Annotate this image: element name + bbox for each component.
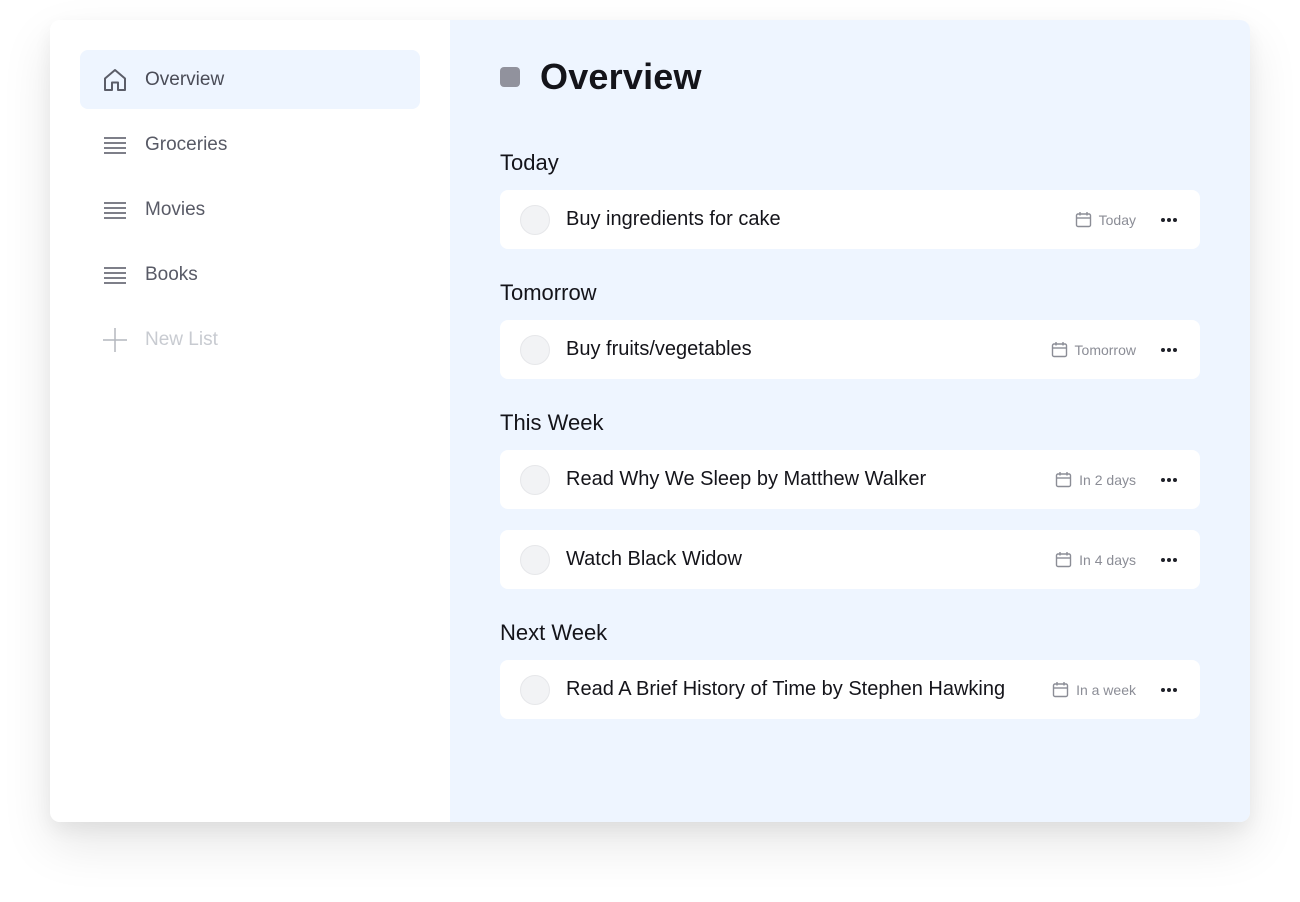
calendar-icon [1075,212,1091,228]
task-title: Read Why We Sleep by Matthew Walker [566,468,927,490]
section-title-today: Today [500,150,559,175]
task-due-label: Tomorrow [1074,341,1136,358]
task-due-label: In 4 days [1079,551,1136,568]
section-title-this-week: This Week [500,410,604,435]
more-options-icon[interactable] [1158,209,1180,231]
task-row[interactable]: Buy fruits/vegetables Tomorrow [500,320,1200,379]
task-due-label: Today [1098,211,1136,228]
calendar-icon [1052,682,1069,698]
list-icon [102,262,128,288]
task-checkbox[interactable] [520,544,550,575]
task-due: In 4 days [1055,551,1136,568]
more-options-icon[interactable] [1158,549,1180,571]
plus-icon [102,327,128,353]
task-checkbox[interactable] [520,204,550,235]
section-title-tomorrow: Tomorrow [500,280,597,305]
main-panel: Overview Today Buy ingredients for cake … [450,20,1250,822]
calendar-icon [1055,472,1072,488]
new-list-button[interactable]: New List [80,310,420,369]
sidebar-item-books[interactable]: Books [80,245,420,304]
page-title: Overview [540,56,702,97]
sidebar-item-groceries[interactable]: Groceries [80,115,420,174]
sidebar-item-label: Groceries [145,133,228,155]
task-due-label: In a week [1076,681,1136,698]
calendar-icon [1051,342,1067,358]
task-due: In 2 days [1055,471,1136,488]
task-checkbox[interactable] [520,674,550,705]
sidebar-item-label: Overview [145,68,225,90]
home-icon [102,67,128,93]
list-icon [102,197,128,223]
task-row[interactable]: Watch Black Widow In 4 days [500,530,1200,589]
task-due-label: In 2 days [1079,471,1136,488]
task-title: Watch Black Widow [566,548,742,570]
task-due: Today [1075,211,1136,228]
sidebar: Overview Groceries Movies Books New List [50,20,450,822]
task-checkbox[interactable] [520,334,550,365]
app-window: Overview Groceries Movies Books New List… [50,20,1250,822]
more-options-icon[interactable] [1158,339,1180,361]
page-header: Overview [500,56,702,98]
sidebar-item-overview[interactable]: Overview [80,50,420,109]
task-row[interactable]: Buy ingredients for cake Today [500,190,1200,249]
task-title: Buy fruits/vegetables [566,338,752,360]
task-row[interactable]: Read Why We Sleep by Matthew Walker In 2… [500,450,1200,509]
more-options-icon[interactable] [1158,679,1180,701]
task-checkbox[interactable] [520,464,550,495]
sidebar-item-movies[interactable]: Movies [80,180,420,239]
task-row[interactable]: Read A Brief History of Time by Stephen … [500,660,1200,719]
sidebar-item-label: Books [145,263,198,285]
task-due: In a week [1052,681,1136,698]
task-title: Buy ingredients for cake [566,208,781,230]
section-title-next-week: Next Week [500,620,608,645]
task-title: Read A Brief History of Time by Stephen … [566,678,1006,700]
more-options-icon[interactable] [1158,469,1180,491]
task-due: Tomorrow [1051,341,1136,358]
sidebar-item-label: Movies [145,198,206,220]
list-color-square [500,67,520,87]
list-icon [102,132,128,158]
new-list-label: New List [145,328,218,350]
calendar-icon [1055,552,1072,568]
